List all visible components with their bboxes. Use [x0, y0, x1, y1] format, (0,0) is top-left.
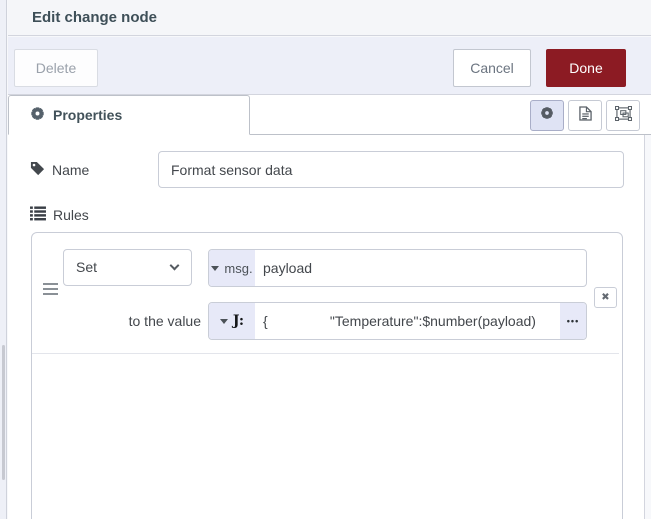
- rule-drag-handle-icon[interactable]: [43, 283, 58, 298]
- tag-icon: [30, 161, 45, 179]
- property-input[interactable]: [255, 250, 586, 286]
- jsonata-expression-icon: J:: [233, 313, 244, 329]
- rule-divider: [32, 353, 619, 354]
- appearance-view-button[interactable]: [606, 100, 640, 131]
- rule-action-select[interactable]: Set: [63, 249, 192, 286]
- dialog-button-bar: Delete Cancel Done: [8, 37, 651, 95]
- name-input[interactable]: [158, 151, 624, 188]
- description-view-button[interactable]: [568, 100, 602, 131]
- expand-expression-button[interactable]: •••: [560, 303, 586, 339]
- caret-down-icon: [220, 319, 228, 324]
- property-type-label: msg.: [224, 261, 252, 276]
- tab-properties[interactable]: Properties: [8, 95, 250, 135]
- caret-down-icon: [211, 266, 219, 271]
- rule-property-typed-input: msg.: [208, 249, 587, 287]
- document-icon: [579, 106, 592, 126]
- value-type-button[interactable]: J:: [209, 303, 255, 339]
- object-group-icon: [615, 106, 632, 126]
- remove-rule-button[interactable]: ✖: [594, 287, 617, 308]
- rules-section-label: Rules: [30, 203, 89, 227]
- rule-action-value: Set: [76, 250, 97, 285]
- properties-view-button[interactable]: [530, 100, 564, 131]
- edit-change-node-dialog: Edit change node Delete Cancel Done: [0, 0, 651, 519]
- close-icon: ✖: [601, 292, 609, 303]
- properties-panel: Name Rules Set: [8, 135, 645, 519]
- dialog-header: Edit change node: [8, 0, 651, 36]
- delete-button[interactable]: Delete: [14, 49, 98, 87]
- rule-value-typed-input: J: { "Temperature":$number(payload) •••: [208, 302, 587, 340]
- done-button[interactable]: Done: [546, 49, 626, 87]
- list-icon: [30, 206, 46, 224]
- name-field-label: Name: [30, 158, 89, 182]
- to-the-value-label: to the value: [72, 303, 201, 340]
- rules-list: Set msg. ✖ to the value J: {: [31, 232, 623, 519]
- expression-input[interactable]: { "Temperature":$number(payload): [255, 303, 560, 339]
- gear-icon: [30, 106, 45, 124]
- tray-resize-bar[interactable]: [0, 0, 7, 519]
- cancel-button[interactable]: Cancel: [453, 49, 531, 87]
- property-type-button[interactable]: msg.: [209, 250, 255, 286]
- dialog-title: Edit change node: [32, 0, 157, 35]
- tab-properties-label: Properties: [53, 107, 122, 123]
- ellipsis-icon: •••: [567, 316, 579, 326]
- tray-resize-grip-icon[interactable]: [2, 345, 5, 480]
- tab-bar: Properties: [8, 95, 651, 135]
- gear-icon: [540, 106, 554, 125]
- chevron-down-icon: [170, 261, 180, 271]
